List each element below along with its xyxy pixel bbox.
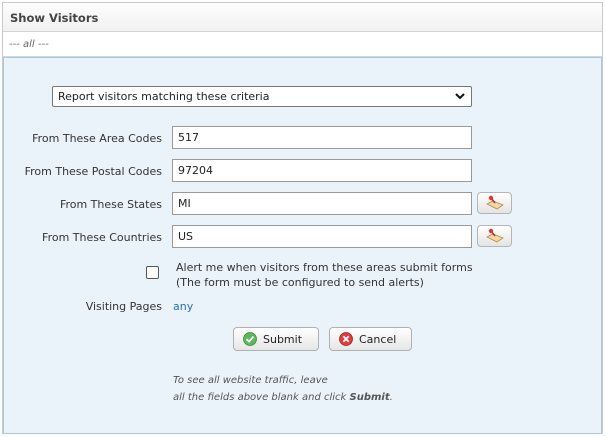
countries-map-button[interactable] bbox=[477, 225, 512, 247]
help-note-line1: To see all website traffic, leave bbox=[173, 375, 328, 386]
help-note-line2-end: . bbox=[389, 392, 393, 403]
visiting-pages-label: Visiting Pages bbox=[85, 300, 162, 313]
panel-title: Show Visitors bbox=[3, 3, 602, 32]
postal-codes-label: From These Postal Codes bbox=[24, 165, 162, 178]
cancel-button[interactable]: Cancel bbox=[329, 327, 412, 351]
cancel-label: Cancel bbox=[359, 333, 397, 346]
alert-checkbox[interactable] bbox=[146, 266, 159, 279]
states-map-button[interactable] bbox=[477, 192, 512, 214]
help-note: To see all website traffic, leave all th… bbox=[173, 372, 393, 406]
countries-input[interactable]: US bbox=[172, 225, 472, 248]
alert-label-line2: (The form must be configured to send ale… bbox=[176, 276, 424, 289]
submit-label: Submit bbox=[263, 333, 303, 346]
area-codes-input[interactable]: 517 bbox=[172, 126, 472, 149]
area-codes-label: From These Area Codes bbox=[32, 132, 162, 145]
filter-summary: --- all --- bbox=[3, 32, 602, 57]
visiting-pages-link[interactable]: any bbox=[173, 300, 193, 313]
show-visitors-panel: Show Visitors --- all --- bbox=[2, 2, 603, 434]
criteria-select-value: Report visitors matching these criteria bbox=[58, 90, 270, 103]
chevron-down-icon bbox=[455, 93, 465, 100]
states-label: From These States bbox=[59, 198, 162, 211]
help-note-submit-emphasis: Submit bbox=[349, 392, 390, 403]
map-pin-icon bbox=[486, 228, 504, 243]
criteria-select[interactable]: Report visitors matching these criteria bbox=[52, 86, 472, 107]
check-icon bbox=[243, 332, 257, 346]
postal-codes-input[interactable]: 97204 bbox=[172, 159, 472, 182]
alert-label-line1: Alert me when visitors from these areas … bbox=[176, 261, 473, 274]
map-pin-icon bbox=[486, 195, 504, 210]
countries-label: From These Countries bbox=[42, 231, 162, 244]
submit-button[interactable]: Submit bbox=[233, 327, 319, 351]
states-input[interactable]: MI bbox=[172, 192, 472, 215]
cancel-icon bbox=[339, 332, 353, 346]
help-note-line2-text: all the fields above blank and click bbox=[173, 392, 350, 403]
alert-label: Alert me when visitors from these areas … bbox=[176, 260, 473, 290]
help-note-line2: all the fields above blank and click Sub… bbox=[173, 389, 393, 406]
